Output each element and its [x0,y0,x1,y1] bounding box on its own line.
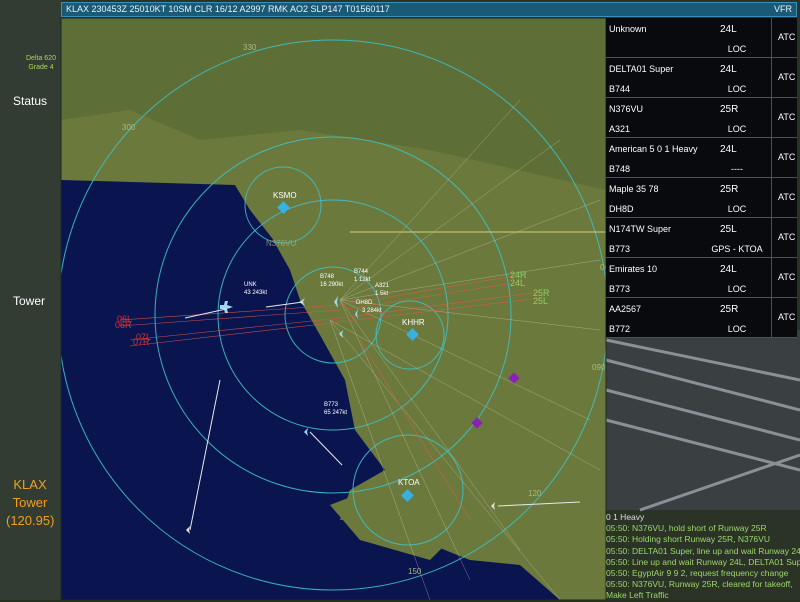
strip-approach: LOC [727,124,747,134]
strip-callsign: AA2567 [609,304,642,314]
metar-bar: KLAX 230453Z 25010KT 10SM CLR 16/12 A299… [61,2,797,17]
strip-approach: LOC [727,324,747,334]
strip-atc-button[interactable]: ATC [778,32,795,42]
flight-strip[interactable]: Unknown 24L LOC ATC [606,18,797,58]
strip-approach: GPS - KTOA [711,244,763,254]
svg-text:300: 300 [122,123,136,132]
log-line: 05:50: Holding short Runway 25R, N376VU [606,534,770,545]
strip-approach: LOC [727,84,747,94]
strip-divider [771,298,772,337]
svg-text:65 247kt: 65 247kt [324,410,347,416]
strip-divider [771,18,772,57]
svg-text:1 12kt: 1 12kt [354,277,371,283]
strip-divider [771,58,772,97]
flight-strip[interactable]: American 5 0 1 Heavy B748 24L ---- ATC [606,138,797,178]
svg-text:330: 330 [243,43,257,52]
svg-text:B773: B773 [324,402,339,408]
strip-approach: ---- [731,164,743,174]
strip-runway: 25R [720,104,739,115]
strip-runway: 24L [720,64,737,75]
svg-text:16 290kt: 16 290kt [320,282,343,288]
flight-strip[interactable]: Emirates 10 B773 24L LOC ATC [606,258,797,298]
svg-text:24L: 24L [510,278,525,288]
log-line: 05:50: DELTA01 Super, line up and wait R… [606,545,800,556]
metar-text: KLAX 230453Z 25010KT 10SM CLR 16/12 A299… [66,4,390,14]
svg-text:090: 090 [592,363,606,372]
strip-callsign: American 5 0 1 Heavy [609,144,698,154]
flight-strip[interactable]: DELTA01 Super B744 24L LOC ATC [606,58,797,98]
svg-text:25L: 25L [533,296,548,306]
tower-button[interactable]: Tower [13,294,45,308]
strip-divider [771,98,772,137]
svg-text:43 243kt: 43 243kt [244,290,267,296]
strip-divider [771,218,772,257]
strip-callsign: Unknown [609,24,647,34]
strip-approach: LOC [727,204,747,214]
strip-aircraft: A321 [609,124,631,134]
strip-aircraft: DH8D [609,204,634,214]
strip-runway: 24L [720,144,737,155]
strip-atc-button[interactable]: ATC [778,72,795,82]
strip-runway: 25R [720,184,739,195]
strip-atc-button[interactable]: ATC [778,232,795,242]
radar-map[interactable]: 300 330 060 090 120 150 24R 24L 25R 25L … [58,18,614,600]
strip-runway: 24L [720,24,737,35]
svg-text:A321: A321 [375,283,390,289]
strip-callsign: DELTA01 Super [609,64,674,74]
svg-text:DH8D: DH8D [356,300,373,306]
facility-info: KLAX Tower (120.95) [6,476,54,530]
svg-text:KHHR: KHHR [402,318,425,327]
facility-frequency: (120.95) [6,513,55,528]
strip-atc-button[interactable]: ATC [778,152,795,162]
svg-text:UNK: UNK [244,282,257,288]
svg-text:1 5kt: 1 5kt [375,291,388,297]
comms-log: 0 1 Heavy 05:50: N376VU, hold short of Ru… [606,512,800,600]
strip-approach: LOC [727,284,747,294]
status-button[interactable]: Status [13,94,47,108]
strip-aircraft: B773 [609,284,631,294]
svg-text:KTOA: KTOA [398,478,420,487]
strip-approach: LOC [727,44,747,54]
flight-strip[interactable]: N174TW Super B773 25L GPS - KTOA ATC [606,218,797,258]
facility-role: Tower [12,495,48,510]
flight-strip[interactable]: Maple 35 78 DH8D 25R LOC ATC [606,178,797,218]
strip-divider [771,178,772,217]
overlay-label: Delta 620 Grade 4 [26,55,56,71]
strip-aircraft: B773 [609,244,631,254]
strip-atc-button[interactable]: ATC [778,312,795,322]
strip-divider [771,138,772,177]
strip-runway: 25L [720,224,737,235]
strip-atc-button[interactable]: ATC [778,112,795,122]
svg-text:120: 120 [528,489,542,498]
svg-text:B744: B744 [354,269,369,275]
strip-callsign: N376VU [609,104,644,114]
log-line: 0 1 Heavy [606,512,645,522]
strip-runway: 24L [720,264,737,275]
strip-atc-button[interactable]: ATC [778,272,795,282]
svg-text:3 284kt: 3 284kt [362,308,382,314]
strip-callsign: N174TW Super [609,224,672,234]
flight-rules: VFR [774,4,792,14]
ghost-label: N376VU [266,239,296,248]
log-line: 05:50: Line up and wait Runway 24L, DELT… [606,556,800,567]
flight-strip[interactable]: N376VU A321 25R LOC ATC [606,98,797,138]
facility-code: KLAX [13,477,47,492]
strip-aircraft: B744 [609,84,631,94]
strip-divider [771,258,772,297]
strip-aircraft: B772 [609,324,631,334]
strip-aircraft: B748 [609,164,631,174]
log-line: 05:50: N376VU, Runway 25R, cleared for t… [606,579,793,590]
flight-strip-list: Unknown 24L LOC ATC DELTA01 Super B744 24L LOC A… [606,18,797,338]
log-line: 05:50: N376VU, hold short of Runway 25R [606,523,767,534]
svg-text:06L: 06L [117,314,132,324]
strip-callsign: Emirates 10 [609,264,658,274]
strip-runway: 25R [720,304,739,315]
strip-atc-button[interactable]: ATC [778,192,795,202]
strip-callsign: Maple 35 78 [609,184,659,194]
log-line: 05:50: EgyptAir 9 9 2, request frequency… [606,568,789,579]
svg-text:07L: 07L [136,332,151,342]
flight-strip[interactable]: AA2567 B772 25R LOC ATC [606,298,797,338]
svg-text:KSMO: KSMO [273,191,297,200]
svg-text:B748: B748 [320,274,335,280]
